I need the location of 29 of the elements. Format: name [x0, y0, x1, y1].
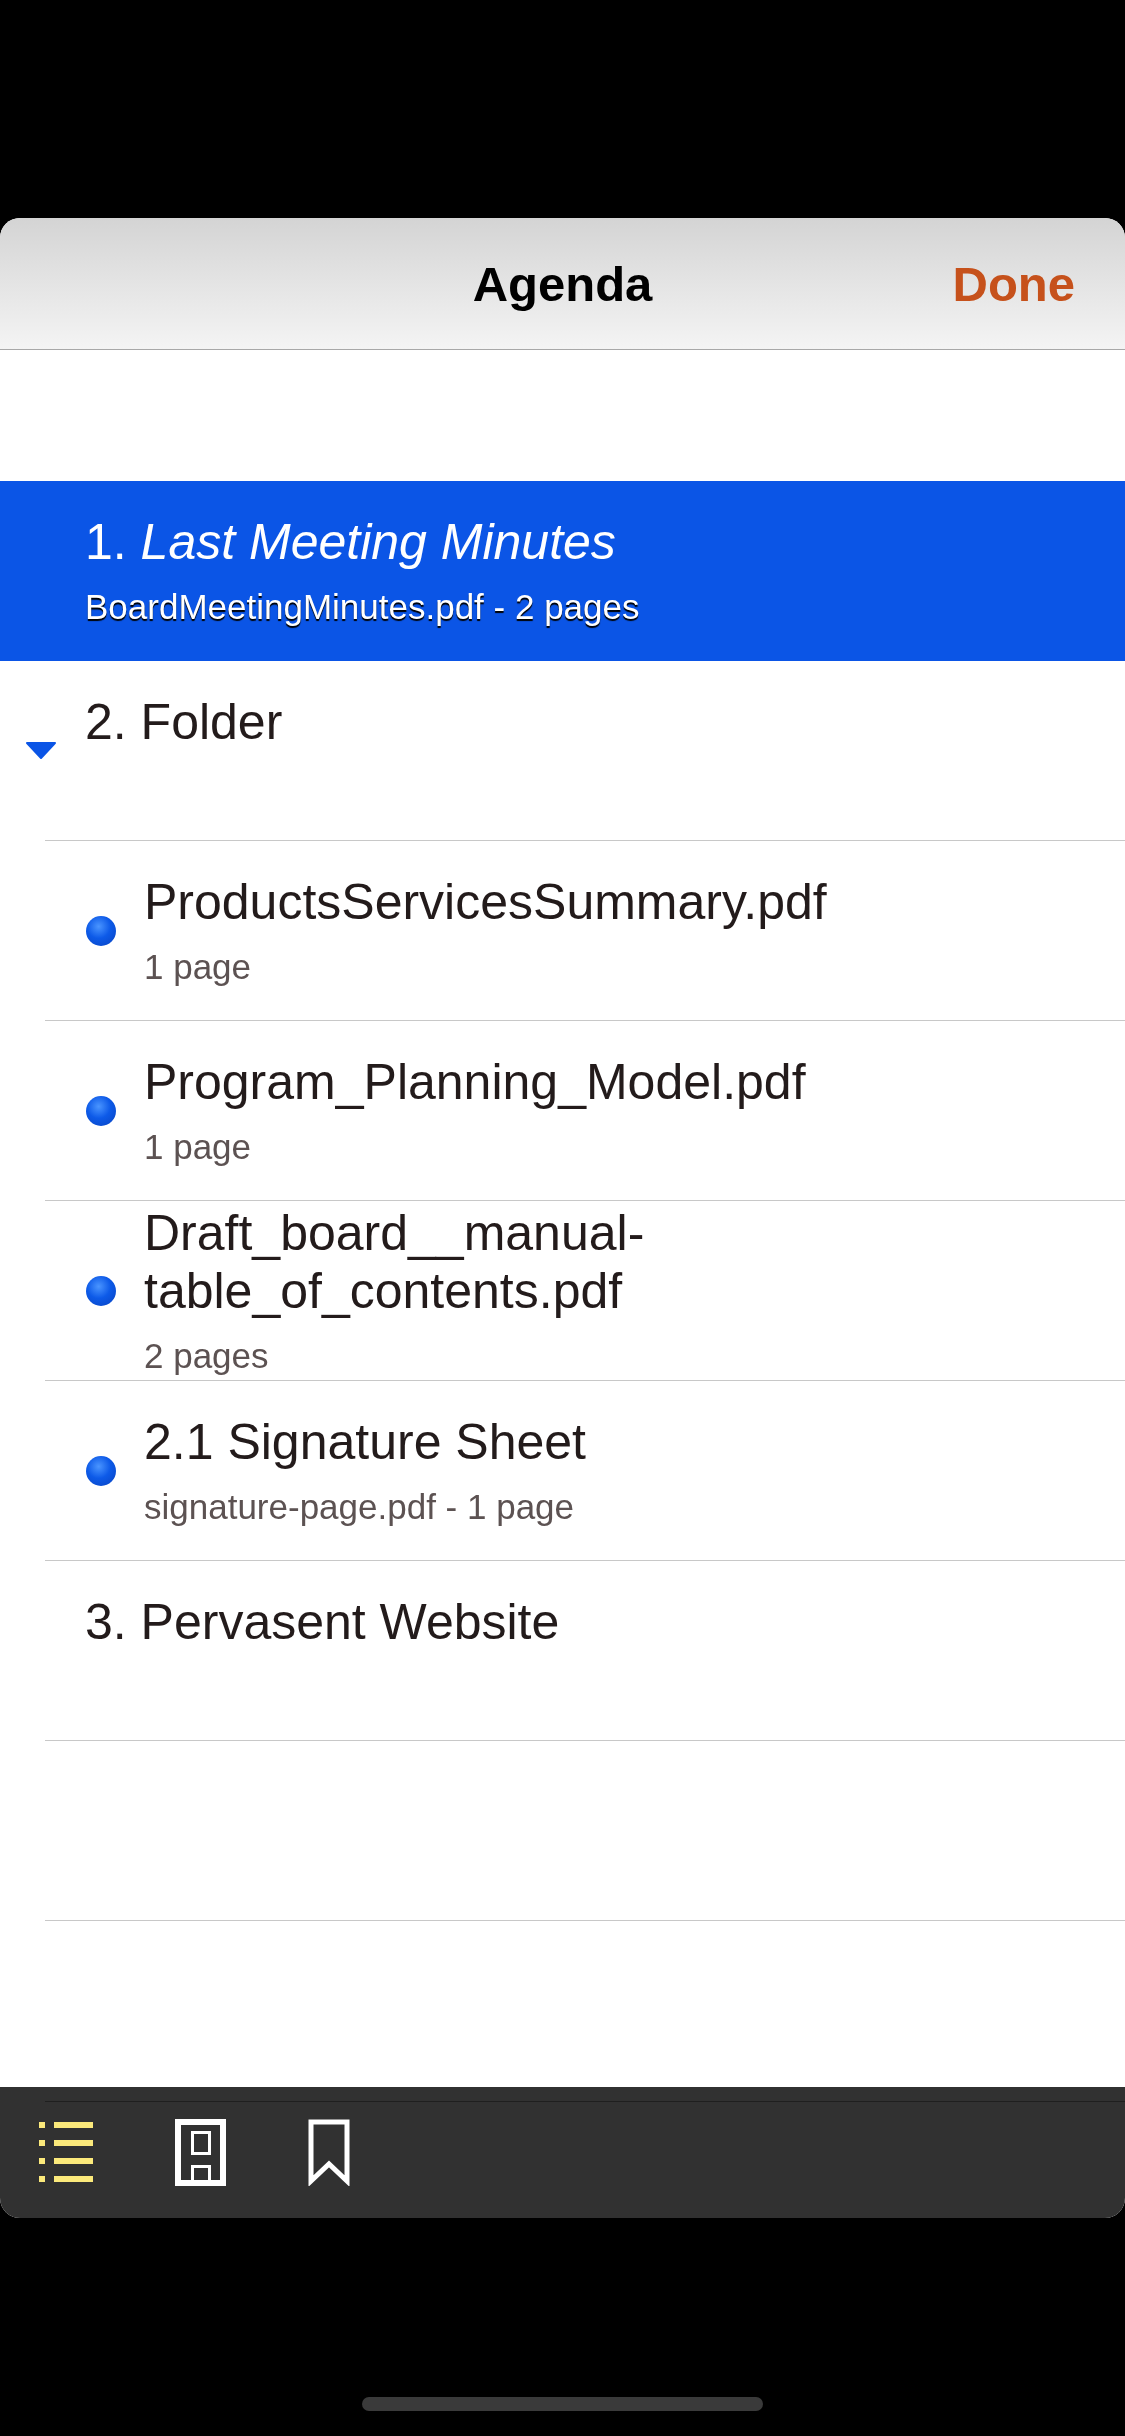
agenda-row[interactable]: 2.1 Signature Sheet signature-page.pdf - 1 page [0, 1381, 1125, 1560]
item-title: 2.1 Signature Sheet [144, 1412, 586, 1471]
item-title: Program_Planning_Model.pdf [144, 1052, 806, 1111]
agenda-row[interactable]: 3. Pervasent Website [0, 1561, 1125, 1740]
agenda-row[interactable]: ProductsServicesSummary.pdf 1 page [0, 841, 1125, 1020]
agenda-row[interactable]: 2. Folder [0, 661, 1125, 840]
item-title: 1. Last Meeting Minutes [85, 513, 616, 571]
agenda-row[interactable]: Draft_board__manual-table_of_contents.pdf 2 pages [0, 1201, 1125, 1380]
nav-title: Agenda [472, 255, 653, 312]
bullet-icon [86, 1275, 116, 1306]
disclosure-triangle-icon[interactable] [25, 741, 57, 760]
item-subtitle: 2 pages [144, 1334, 269, 1377]
item-subtitle: 1 page [144, 945, 252, 988]
list-icon[interactable] [39, 2122, 93, 2182]
bullet-icon [86, 1095, 116, 1126]
done-button[interactable]: Done [952, 255, 1075, 312]
item-subtitle: 1 page [144, 1125, 252, 1168]
item-title: 3. Pervasent Website [85, 1592, 560, 1651]
item-title: Draft_board__manual-table_of_contents.pdf [144, 1203, 646, 1320]
agenda-row[interactable]: Program_Planning_Model.pdf 1 page [0, 1021, 1125, 1200]
bullet-icon [86, 1455, 116, 1486]
bookmark-icon[interactable] [308, 2118, 350, 2186]
item-subtitle: BoardMeetingMinutes.pdf - 2 pages [85, 586, 640, 628]
page-icon[interactable] [175, 2118, 226, 2186]
item-title: ProductsServicesSummary.pdf [144, 872, 827, 931]
bullet-icon [86, 915, 116, 946]
item-title: 2. Folder [85, 692, 283, 751]
agenda-row[interactable]: 1. Last Meeting Minutes BoardMeetingMinutes.pdf - 2 pages [0, 481, 1125, 661]
item-subtitle: signature-page.pdf - 1 page [144, 1485, 575, 1528]
